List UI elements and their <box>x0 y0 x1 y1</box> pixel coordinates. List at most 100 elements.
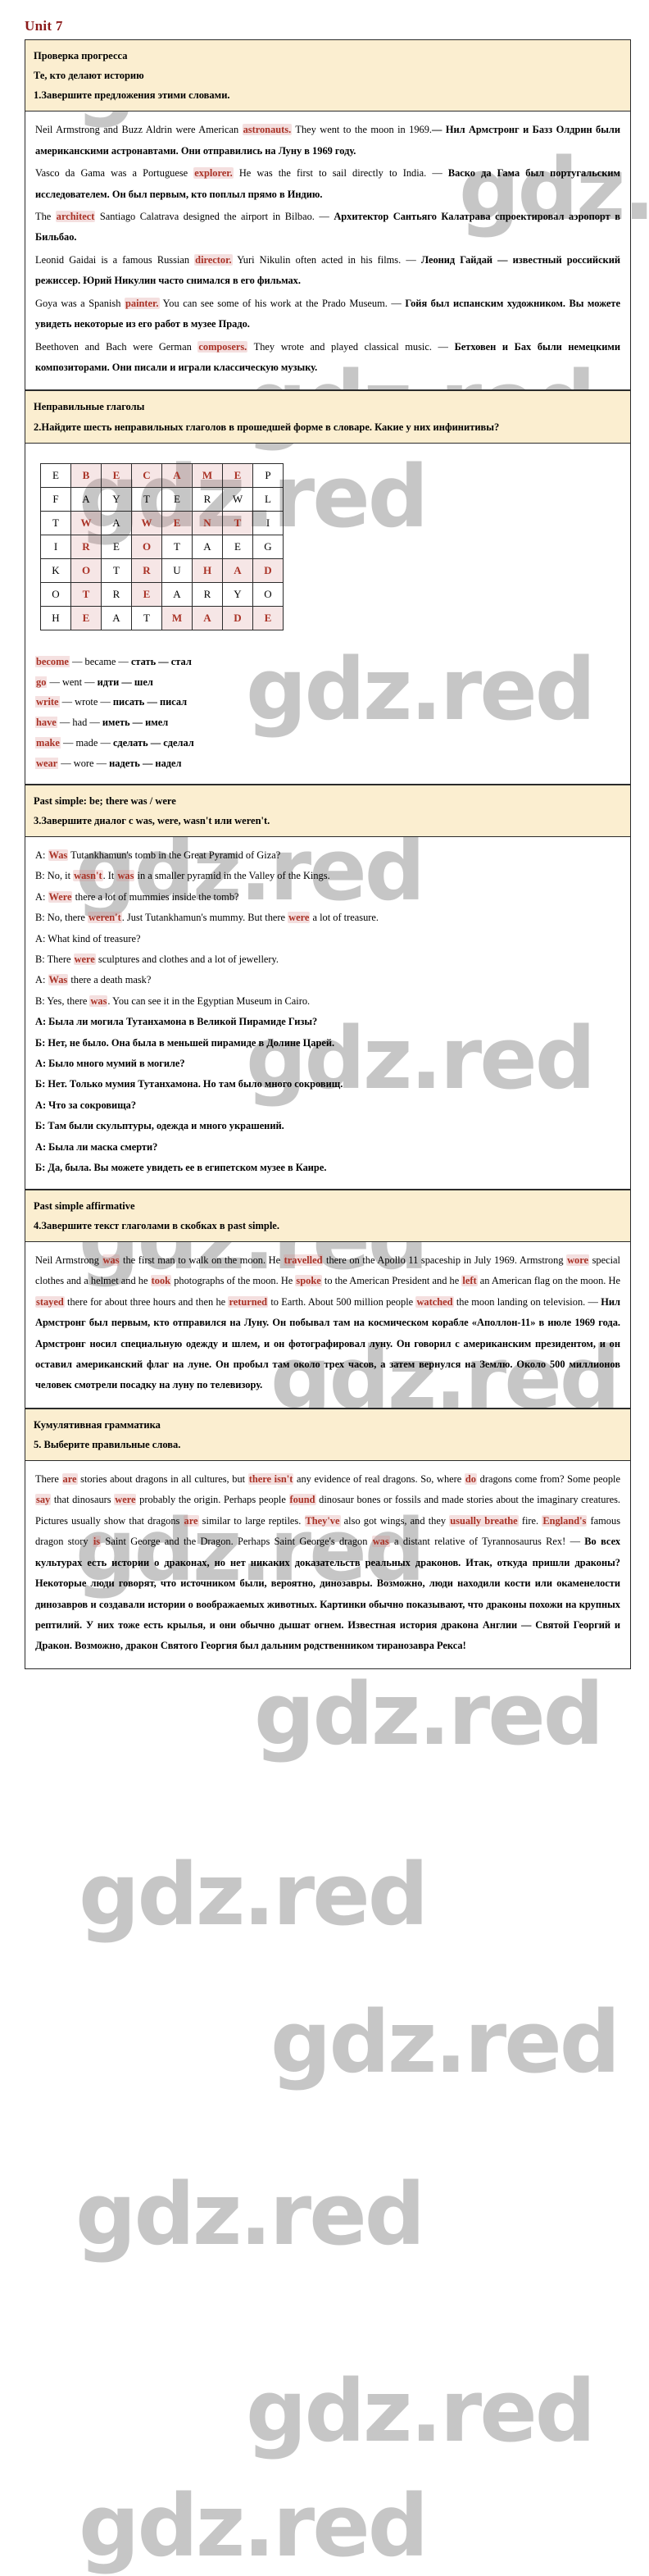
answer-word: were <box>114 1494 137 1506</box>
section-past-simple-be: Past simple: be; there was / were 3.Заве… <box>25 784 631 1190</box>
word-search-cell[interactable]: W <box>70 510 102 535</box>
english-text: fire. <box>518 1514 542 1527</box>
word-search-cell[interactable]: T <box>131 486 162 512</box>
word-search-cell[interactable]: I <box>252 510 284 535</box>
dialog-line: B: No, there weren't. Just Tutankhamun's… <box>35 908 620 928</box>
english-text: that dinosaurs <box>51 1494 115 1506</box>
answer-word: wasn't <box>73 870 103 882</box>
watermark-text: gdz.red <box>246 2361 596 2461</box>
word-search-cell[interactable]: H <box>192 558 223 583</box>
word-search-cell[interactable]: A <box>192 534 223 559</box>
word-search-cell[interactable]: I <box>40 534 71 559</box>
word-search-cell[interactable]: L <box>252 486 284 512</box>
word-search-cell[interactable]: F <box>40 486 71 512</box>
word-search-cell[interactable]: U <box>161 558 193 583</box>
word-search-cell[interactable]: A <box>70 486 102 512</box>
word-search-cell[interactable]: N <box>192 510 223 535</box>
dialog-text: sculptures and clothes and a lot of jewe… <box>95 953 279 965</box>
word-search-cell[interactable]: T <box>222 510 253 535</box>
english-text: Vasco da Gama was a Portuguese <box>35 167 194 180</box>
verb-infinitive: wear <box>35 757 59 769</box>
word-search-cell[interactable]: D <box>252 558 284 583</box>
word-search-cell[interactable]: K <box>40 558 71 583</box>
word-search-cell[interactable]: P <box>252 462 284 488</box>
word-search-cell[interactable]: H <box>40 605 71 630</box>
exercise-sentence: Vasco da Gama was a Portuguese explorer.… <box>35 163 620 205</box>
section2-task: 2.Найдите шесть неправильных глаголов в … <box>34 421 500 433</box>
word-search-cell[interactable]: E <box>252 605 284 630</box>
word-search-cell[interactable]: R <box>131 558 162 583</box>
dialog-line-russian: А: Было много мумий в могиле? <box>35 1058 185 1070</box>
word-search-cell[interactable]: T <box>101 558 132 583</box>
word-search-cell[interactable]: C <box>131 462 162 488</box>
watermark-text: gdz.red <box>79 2476 429 2576</box>
answer-word: were <box>288 912 311 924</box>
english-text: stories about dragons in all cultures, b… <box>77 1473 248 1486</box>
answer-word: England's <box>542 1514 588 1527</box>
word-search-row: IREOTAEG <box>40 534 284 559</box>
word-search-cell[interactable]: M <box>161 605 193 630</box>
word-search-cell[interactable]: E <box>222 462 253 488</box>
answer-word: Were <box>48 890 73 903</box>
english-text: to Earth. About 500 million people <box>268 1295 416 1308</box>
verb-entry: make — made — сделать — сделал <box>35 733 620 753</box>
word-search-cell[interactable]: T <box>131 605 162 630</box>
section4-heading: Past simple affirmative <box>34 1199 135 1212</box>
english-text: there on the Apollo 11 spaceship in July… <box>323 1254 567 1266</box>
word-search-cell[interactable]: T <box>161 534 193 559</box>
dialog-text: . You can see it in the Egyptian Museum … <box>107 994 311 1007</box>
answer-word: explorer. <box>193 167 234 180</box>
section4-task: 4.Завершите текст глаголами в скобках в … <box>34 1219 279 1231</box>
english-text: the first man to walk on the moon. He <box>120 1254 284 1266</box>
verb-infinitive: become <box>35 655 70 667</box>
word-search-cell[interactable]: E <box>161 486 193 512</box>
word-search-cell[interactable]: E <box>40 462 71 488</box>
word-search-row: KOTRUHAD <box>40 558 284 583</box>
word-search-cell[interactable]: A <box>101 510 132 535</box>
word-search-cell[interactable]: B <box>70 462 102 488</box>
answer-word: director. <box>194 253 233 266</box>
dialog-text: there a lot of mummies inside the tomb? <box>72 890 239 903</box>
word-search-cell[interactable]: G <box>252 534 284 559</box>
dialog-line-russian: А: Была ли маска смерти? <box>35 1140 158 1153</box>
word-search-cell[interactable]: E <box>101 534 132 559</box>
word-search-cell[interactable]: O <box>252 581 284 607</box>
word-search-cell[interactable]: W <box>131 510 162 535</box>
word-search-cell[interactable]: E <box>131 581 162 607</box>
word-search-cell[interactable]: O <box>70 558 102 583</box>
section3-heading: Past simple: be; there was / were <box>34 794 176 807</box>
verb-entry: go — went — идти — шел <box>35 672 620 693</box>
word-search-cell[interactable]: Y <box>101 486 132 512</box>
section1-task: 1.Завершите предложения этими словами. <box>34 89 230 102</box>
word-search-cell[interactable]: M <box>192 462 223 488</box>
section5-task: 5. Выберите правильные слова. <box>34 1438 181 1450</box>
answer-word: wore <box>566 1254 590 1266</box>
word-search-cell[interactable]: A <box>101 605 132 630</box>
word-search-cell[interactable]: W <box>222 486 253 512</box>
word-search-cell[interactable]: T <box>70 581 102 607</box>
word-search-cell[interactable]: R <box>70 534 102 559</box>
word-search-cell[interactable]: T <box>40 510 71 535</box>
watermark-text: gdz.red <box>75 2164 425 2264</box>
word-search-cell[interactable]: E <box>70 605 102 630</box>
english-text: Goya was a Spanish <box>35 297 125 309</box>
dialog-text: B: No, it <box>35 870 74 882</box>
word-search-cell[interactable]: A <box>161 462 193 488</box>
word-search-cell[interactable]: R <box>192 581 223 607</box>
word-search-cell[interactable]: A <box>192 605 223 630</box>
word-search-cell[interactable]: E <box>101 462 132 488</box>
word-search-cell[interactable]: E <box>161 510 193 535</box>
word-search-cell[interactable]: R <box>192 486 223 512</box>
word-search-cell[interactable]: R <box>101 581 132 607</box>
answer-word: composers. <box>197 340 248 353</box>
word-search-cell[interactable]: A <box>161 581 193 607</box>
answer-word: was <box>102 1254 120 1266</box>
word-search-cell[interactable]: A <box>222 558 253 583</box>
word-search-cell[interactable]: E <box>222 534 253 559</box>
verb-past-form: — made — <box>60 736 113 749</box>
dialog-text: A: <box>35 974 48 986</box>
word-search-cell[interactable]: D <box>222 605 253 630</box>
word-search-cell[interactable]: O <box>40 581 71 607</box>
word-search-cell[interactable]: O <box>131 534 162 559</box>
word-search-cell[interactable]: Y <box>222 581 253 607</box>
